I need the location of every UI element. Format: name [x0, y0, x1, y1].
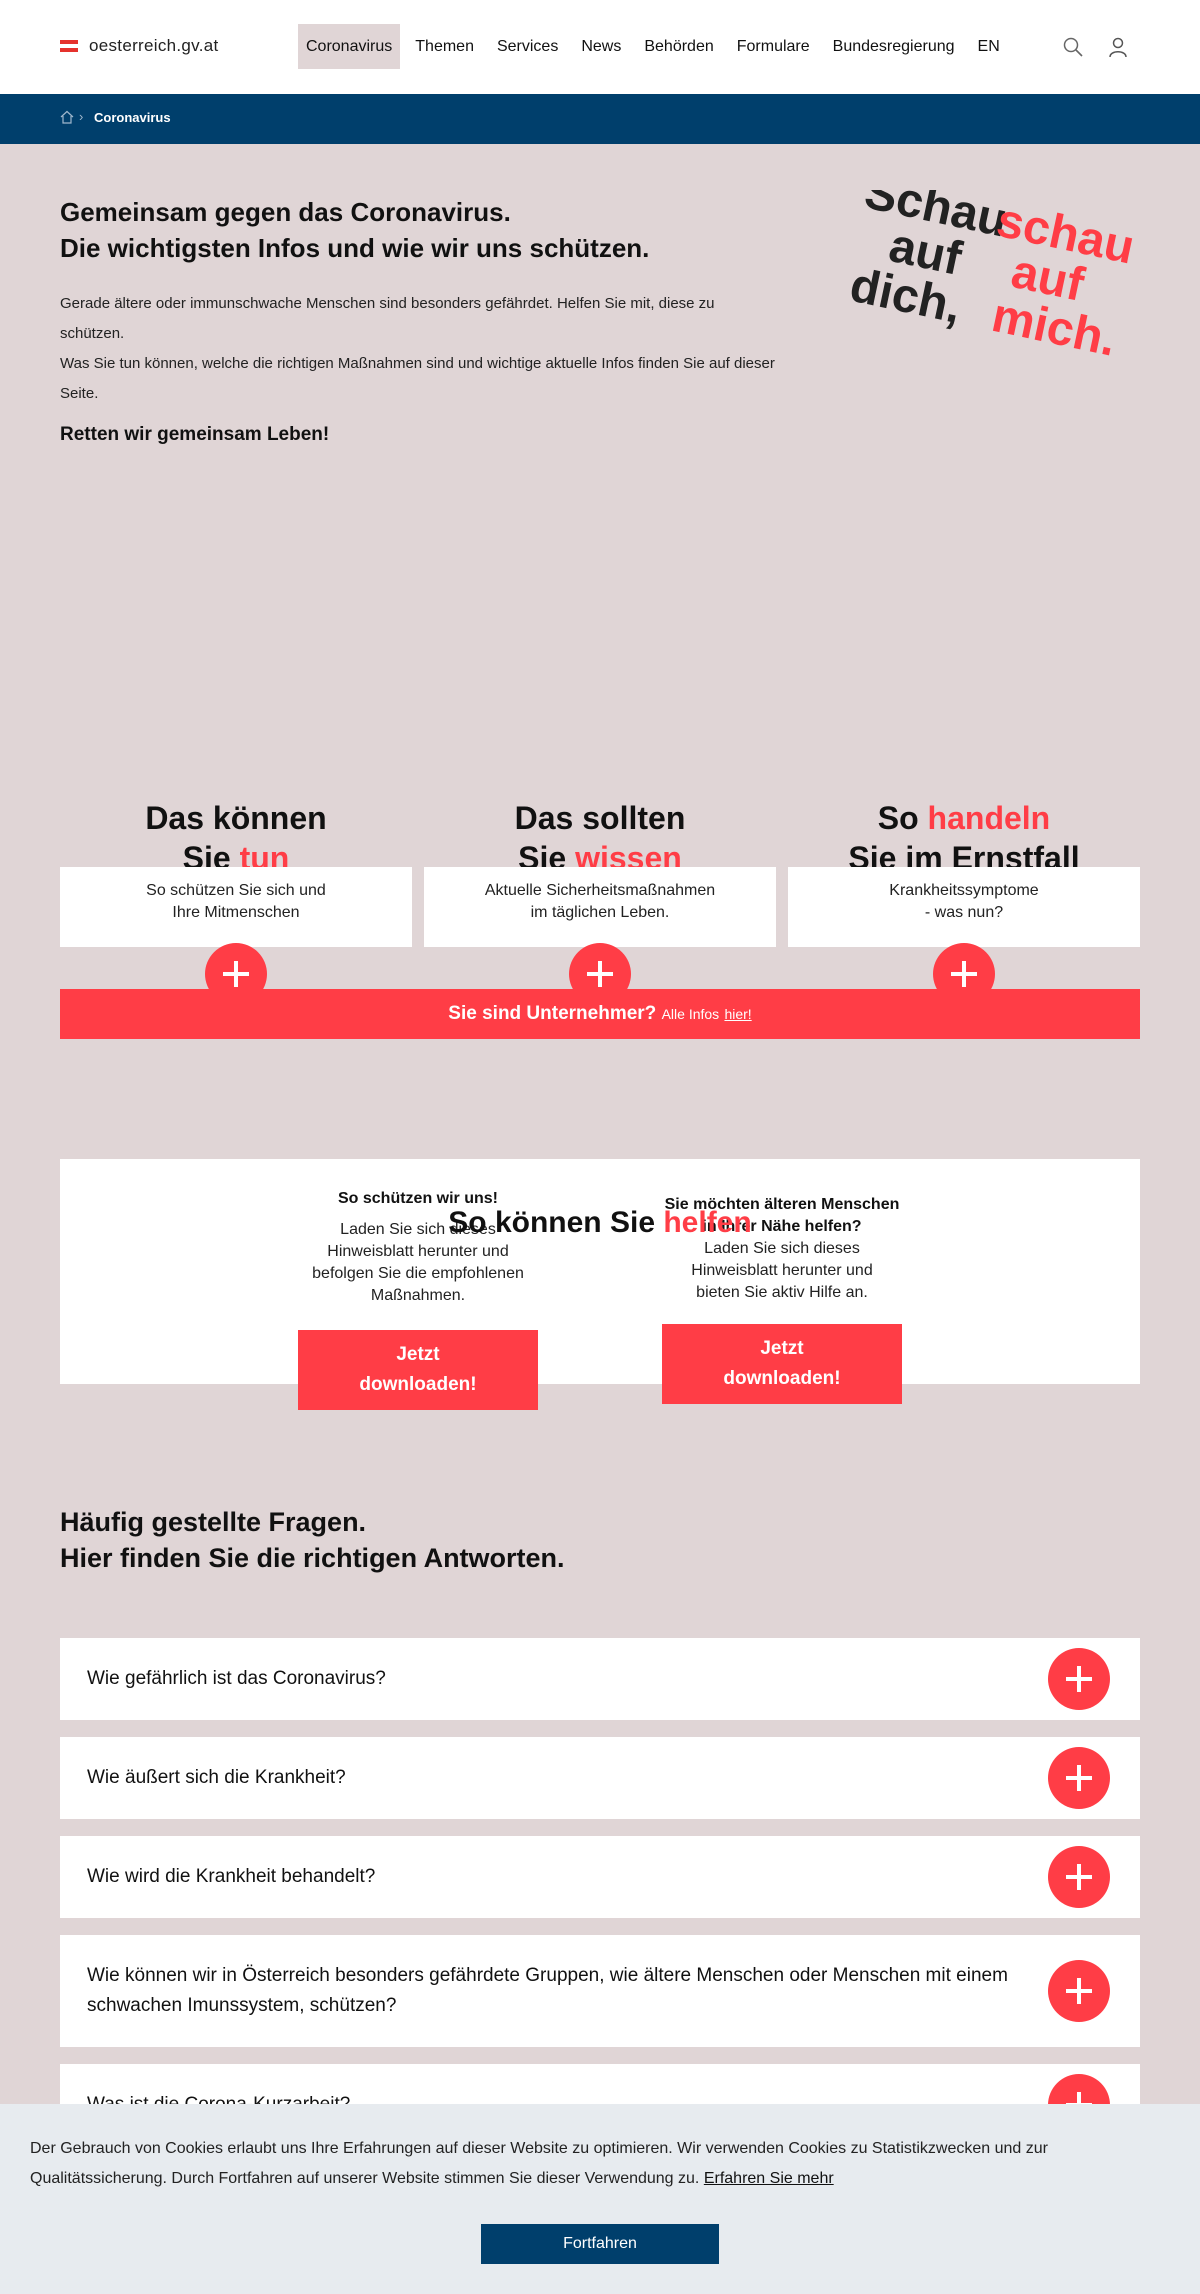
intro-text-line1: Gerade ältere oder immunschwache Mensche… [60, 295, 715, 342]
intro-callout: Retten wir gemeinsam Leben! [60, 424, 330, 445]
intro-text: Gerade ältere oder immunschwache Mensche… [60, 289, 780, 409]
page-title-line2: Die wichtigsten Infos und wie wir uns sc… [60, 233, 650, 263]
main-nav: Coronavirus Themen Services News Behörde… [298, 24, 1015, 69]
nav-item-coronavirus[interactable]: Coronavirus [298, 24, 401, 69]
card-tun-desc1: So schützen Sie sich und [146, 882, 326, 899]
faq-question: Wie äußert sich die Krankheit? [87, 1767, 346, 1788]
help-col-protect-desc3: befolgen Sie die empfohlenen [312, 1265, 524, 1282]
help-col-protect-desc2: Hinweisblatt herunter und [327, 1243, 509, 1260]
banner-text: Alle Infos [661, 1006, 720, 1022]
breadcrumb-current: Coronavirus [94, 110, 171, 125]
cookie-text: Der Gebrauch von Cookies erlaubt uns Ihr… [30, 2134, 1170, 2194]
faq-question: Wie gefährlich ist das Coronavirus? [87, 1668, 386, 1689]
faq-expand-plus-icon[interactable] [1048, 1960, 1110, 2022]
chevron-right-icon: › [79, 109, 84, 124]
slogan-logo: Schau auf dich, schau auf mich. [845, 190, 1138, 367]
faq-title-line1: Häufig gestellte Fragen. [60, 1507, 367, 1537]
faq-item[interactable]: Wie können wir in Österreich besonders g… [60, 1935, 1140, 2047]
faq-expand-plus-icon[interactable] [1048, 1648, 1110, 1710]
nav-item-themen[interactable]: Themen [407, 24, 482, 69]
business-banner[interactable]: Sie sind Unternehmer? Alle Infos hier! [60, 989, 1140, 1039]
card-title-handeln: So handeln Sie im Ernstfall [788, 798, 1140, 878]
card-title-handeln-prefix: So [877, 800, 928, 836]
slogan-red-3: mich. [987, 289, 1121, 367]
card-handeln-desc2: - was nun? [924, 904, 1004, 921]
intro-text-line2: Was Sie tun können, welche die richtigen… [60, 355, 775, 402]
card-tun[interactable]: So schützen Sie sich und Ihre Mitmensche… [60, 867, 412, 947]
card-title-tun-line1: Das können [145, 800, 327, 836]
faq-title-line2: Hier finden Sie die richtigen Antworten. [60, 1543, 565, 1573]
card-title-handeln-highlight: handeln [927, 800, 1051, 836]
austria-flag-icon [60, 39, 78, 53]
card-title-wissen-line1: Das sollten [514, 800, 686, 836]
faq-expand-plus-icon[interactable] [1048, 1747, 1110, 1809]
card-title-tun: Das können Sie tun [60, 798, 412, 878]
help-col-elderly-desc2: Hinweisblatt herunter und [691, 1262, 873, 1279]
faq-title: Häufig gestellte Fragen. Hier finden Sie… [60, 1504, 565, 1576]
help-title: So können Sie helfen [0, 1206, 1200, 1240]
download-elderly-button[interactable]: Jetzt downloaden! [662, 1324, 902, 1404]
banner-link[interactable]: hier! [724, 1006, 751, 1022]
home-icon[interactable] [60, 110, 74, 124]
faq-question: Wie wird die Krankheit behandelt? [87, 1866, 376, 1887]
card-title-wissen: Das sollten Sie wissen [424, 798, 776, 878]
card-wissen-desc2: im täglichen Leben. [530, 904, 670, 921]
cookie-banner: Der Gebrauch von Cookies erlaubt uns Ihr… [0, 2104, 1200, 2294]
help-col-protect-desc4: Maßnahmen. [370, 1287, 466, 1304]
banner-strong: Sie sind Unternehmer? [448, 1003, 657, 1024]
card-wissen[interactable]: Aktuelle Sicherheitsmaßnahmen im täglich… [424, 867, 776, 947]
download-protect-button[interactable]: Jetzt downloaden! [298, 1330, 538, 1410]
download-elderly-label1: Jetzt [760, 1338, 804, 1359]
download-protect-label1: Jetzt [396, 1344, 440, 1365]
faq-item[interactable]: Wie äußert sich die Krankheit? [60, 1737, 1140, 1819]
download-elderly-label2: downloaden! [723, 1368, 841, 1389]
nav-item-bundesregierung[interactable]: Bundesregierung [825, 24, 963, 69]
help-title-highlight: helfen [663, 1206, 752, 1239]
breadcrumb: › Coronavirus [0, 94, 1200, 144]
help-col-elderly-desc1: Laden Sie sich dieses [704, 1240, 860, 1257]
site-header: oesterreich.gv.at Coronavirus Themen Ser… [0, 0, 1200, 94]
faq-item[interactable]: Wie gefährlich ist das Coronavirus? [60, 1638, 1140, 1720]
faq-expand-plus-icon[interactable] [1048, 1846, 1110, 1908]
site-logo[interactable]: oesterreich.gv.at [60, 36, 219, 56]
faq-question: Wie können wir in Österreich besonders g… [87, 1965, 1008, 2016]
nav-item-formulare[interactable]: Formulare [729, 24, 818, 69]
page-title-line1: Gemeinsam gegen das Coronavirus. [60, 197, 511, 227]
card-tun-desc2: Ihre Mitmenschen [172, 904, 300, 921]
search-icon[interactable] [1062, 36, 1084, 58]
card-wissen-desc1: Aktuelle Sicherheitsmaßnahmen [484, 882, 716, 899]
cookie-text-line1: Der Gebrauch von Cookies erlaubt uns Ihr… [30, 2140, 1048, 2157]
cookie-continue-button[interactable]: Fortfahren [481, 2224, 719, 2264]
nav-item-news[interactable]: News [573, 24, 629, 69]
help-col-elderly-desc: Laden Sie sich dieses Hinweisblatt herun… [662, 1238, 902, 1304]
faq-item[interactable]: Wie wird die Krankheit behandelt? [60, 1836, 1140, 1918]
download-protect-label2: downloaden! [359, 1374, 477, 1395]
cookie-learn-more-link[interactable]: Erfahren Sie mehr [704, 2170, 834, 2187]
nav-item-language-en[interactable]: EN [970, 24, 1008, 69]
user-icon[interactable] [1107, 36, 1129, 58]
nav-item-services[interactable]: Services [489, 24, 566, 69]
nav-item-behoerden[interactable]: Behörden [636, 24, 721, 69]
cookie-text-line2: Qualitätssicherung. Durch Fortfahren auf… [30, 2170, 700, 2187]
page-title: Gemeinsam gegen das Coronavirus. Die wic… [60, 194, 780, 266]
card-handeln[interactable]: Krankheitssymptome - was nun? [788, 867, 1140, 947]
logo-text: oesterreich.gv.at [89, 36, 219, 55]
help-title-text: So können Sie [448, 1206, 664, 1239]
help-section [60, 1159, 1140, 1384]
help-col-elderly-desc3: bieten Sie aktiv Hilfe an. [696, 1284, 868, 1301]
card-handeln-desc1: Krankheitssymptome [889, 882, 1039, 899]
